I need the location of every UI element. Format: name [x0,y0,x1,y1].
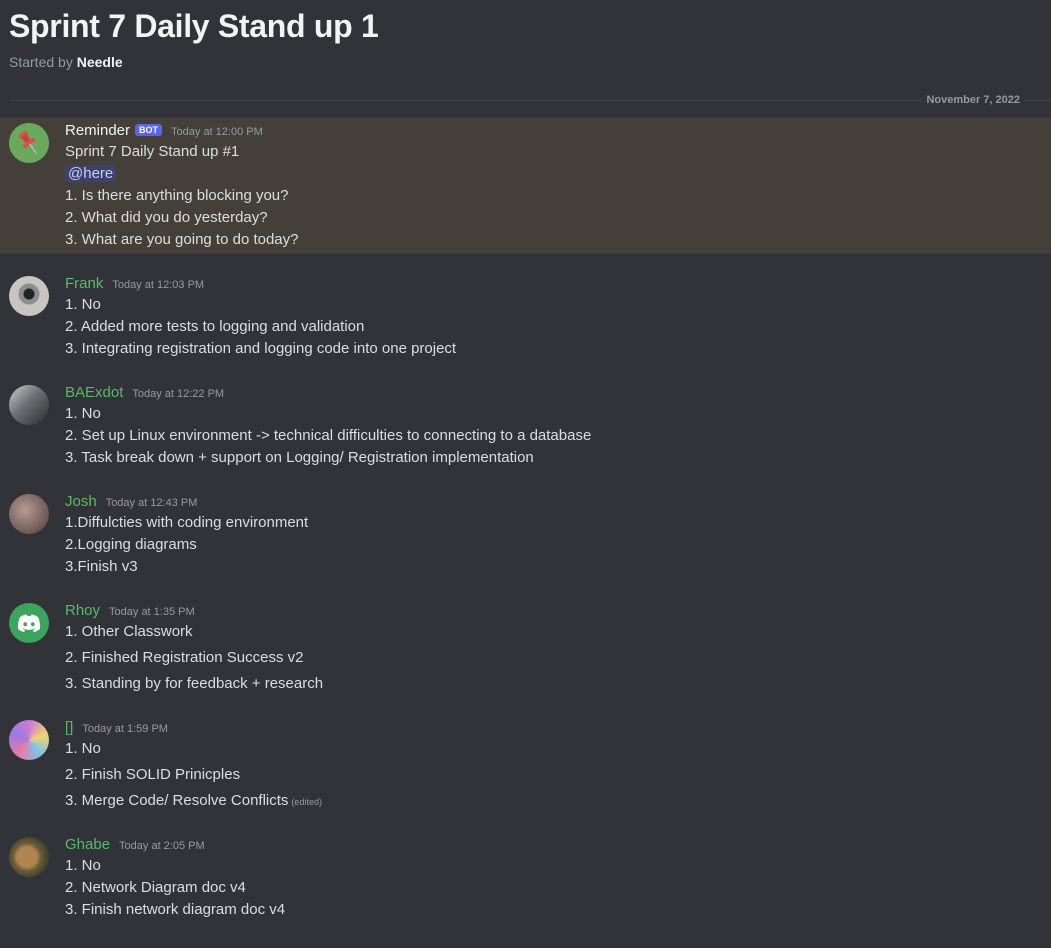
pushpin-icon [9,123,49,163]
message-line: 2. Finished Registration Success v2 [65,649,304,666]
message-line: 1. No [65,740,101,757]
timestamp[interactable]: Today at 12:22 PM [132,388,224,400]
message-header: Reminder BOT Today at 12:00 PM [65,122,263,139]
edited-label: (edited) [291,797,322,807]
message-line: 2. Finish SOLID Prinicples [65,766,241,783]
message-header: Frank Today at 12:03 PM [65,275,204,292]
message-line: 1. No [65,857,101,874]
message-header: Josh Today at 12:43 PM [65,493,197,510]
message-line: 2. Set up Linux environment -> technical… [65,427,592,444]
message-line: 3. Standing by for feedback + research [65,675,324,692]
message-line: 2. Added more tests to logging and valid… [65,318,365,335]
avatar[interactable] [9,494,49,534]
here-mention[interactable]: @here [65,165,117,182]
username[interactable]: Josh [65,493,97,510]
bot-badge: BOT [135,124,163,136]
message-header: Ghabe Today at 2:05 PM [65,836,205,853]
discord-logo-icon [17,614,41,632]
username[interactable]: [] [65,719,73,736]
avatar[interactable] [9,837,49,877]
date-divider-line [9,100,1051,101]
thread-title: Sprint 7 Daily Stand up 1 [9,8,379,44]
message[interactable]: Frank Today at 12:03 PM 1. No 2. Added m… [0,271,1051,361]
date-divider: November 7, 2022 [922,94,1024,106]
timestamp[interactable]: Today at 12:00 PM [171,126,263,138]
message-line: 1. No [65,296,101,313]
timestamp[interactable]: Today at 2:05 PM [119,840,205,852]
message[interactable]: Rhoy Today at 1:35 PM 1. Other Classwork… [0,598,1051,698]
message[interactable]: Reminder BOT Today at 12:00 PM Sprint 7 … [0,118,1051,254]
avatar[interactable] [9,123,49,163]
message[interactable]: Josh Today at 12:43 PM 1.Diffulcties wit… [0,489,1051,579]
message-line: 3. Integrating registration and logging … [65,340,457,357]
timestamp[interactable]: Today at 12:03 PM [112,279,204,291]
message-line: 2. Network Diagram doc v4 [65,879,246,896]
message-line: @here [65,165,117,182]
message-header: BAExdot Today at 12:22 PM [65,384,224,401]
message-line: 3. What are you going to do today? [65,231,299,248]
message-line: 3.Finish v3 [65,558,138,575]
message-line: 1.Diffulcties with coding environment [65,514,309,531]
username[interactable]: BAExdot [65,384,123,401]
message-line: 3. Task break down + support on Logging/… [65,449,534,466]
thread-header: Sprint 7 Daily Stand up 1 Started by Nee… [9,6,379,70]
message-line: 1. No [65,405,101,422]
username[interactable]: Reminder [65,122,130,139]
thread-author[interactable]: Needle [77,54,123,70]
started-by-prefix: Started by [9,54,73,70]
message-header: [] Today at 1:59 PM [65,719,168,736]
timestamp[interactable]: Today at 12:43 PM [106,497,198,509]
message-line: 2. What did you do yesterday? [65,209,268,226]
avatar[interactable] [9,385,49,425]
message-header: Rhoy Today at 1:35 PM [65,602,195,619]
timestamp[interactable]: Today at 1:59 PM [82,723,168,735]
message-line: 3. Merge Code/ Resolve Conflicts (edited) [65,792,322,809]
message-line: 1. Is there anything blocking you? [65,187,289,204]
username[interactable]: Frank [65,275,103,292]
message-line: 2.Logging diagrams [65,536,197,553]
message[interactable]: Ghabe Today at 2:05 PM 1. No 2. Network … [0,832,1051,922]
avatar[interactable] [9,603,49,643]
username[interactable]: Rhoy [65,602,100,619]
timestamp[interactable]: Today at 1:35 PM [109,606,195,618]
message-text: 3. Merge Code/ Resolve Conflicts [65,792,289,809]
message[interactable]: BAExdot Today at 12:22 PM 1. No 2. Set u… [0,380,1051,470]
avatar[interactable] [9,276,49,316]
avatar[interactable] [9,720,49,760]
username[interactable]: Ghabe [65,836,110,853]
message[interactable]: [] Today at 1:59 PM 1. No 2. Finish SOLI… [0,715,1051,815]
message-line: Sprint 7 Daily Stand up #1 [65,143,240,160]
message-line: 3. Finish network diagram doc v4 [65,901,286,918]
started-by: Started by Needle [9,54,378,70]
message-line: 1. Other Classwork [65,623,193,640]
